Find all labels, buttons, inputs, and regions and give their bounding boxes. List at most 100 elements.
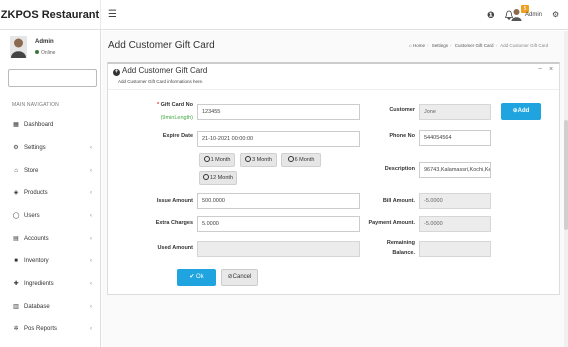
add-customer-label: Add <box>517 108 530 114</box>
sidebar-item-pos-reports[interactable]: ✲ Pos Reports ‹ <box>0 322 101 336</box>
box-title: + Add Customer Gift Card <box>113 66 207 76</box>
sidebar-item-users[interactable]: ◯ Users ‹ <box>0 209 101 223</box>
clock-icon <box>287 156 294 162</box>
quick-3-month-button[interactable]: 3 Month <box>240 153 277 167</box>
sidebar-avatar <box>10 36 27 58</box>
sidebar-search-input[interactable] <box>8 69 97 87</box>
sidebar: Admin Online MAIN NAVIGATION ▦ Dashboard ⚙… <box>0 30 101 347</box>
sidebar-item-label: Inventory <box>24 258 49 264</box>
info-icon[interactable]: ❶ <box>487 10 495 20</box>
admin-avatar[interactable] <box>511 8 522 21</box>
sidebar-user-name: Admin <box>35 39 54 45</box>
dashboard-icon: ▦ <box>13 122 19 128</box>
remaining-balance-label-line2: Balance. <box>392 250 415 256</box>
used-amount-input[interactable] <box>197 241 360 257</box>
gift-card-no-hint-text: (9minLength) <box>160 115 193 121</box>
sidebar-user-panel: Admin Online <box>0 30 101 66</box>
breadcrumb-settings[interactable]: Settings <box>432 43 448 48</box>
quick-6-month-button[interactable]: 6 Month <box>281 153 321 167</box>
extra-charges-input[interactable]: 5.0000 <box>197 216 360 232</box>
chevron-left-icon: ‹ <box>90 326 92 332</box>
clock-icon <box>203 174 210 180</box>
sidebar-item-ingredients[interactable]: ✚ Ingredients ‹ <box>0 277 101 291</box>
sidebar-item-database[interactable]: ▥ Database ‹ <box>0 300 101 314</box>
check-icon: ✔ <box>189 274 197 280</box>
sidebar-item-store[interactable]: ⌂ Store ‹ <box>0 164 101 178</box>
bill-amount-label: Bill Amount. <box>382 198 415 204</box>
chevron-left-icon: ‹ <box>90 281 92 287</box>
collapse-icon[interactable]: − <box>538 66 542 73</box>
expire-date-label: Expire Date <box>162 133 193 139</box>
expire-date-input[interactable]: 21-10-2021 00:00:00 <box>197 131 360 147</box>
sidebar-item-accounts[interactable]: ▤ Accounts ‹ <box>0 232 101 246</box>
bill-amount-input[interactable]: -5.0000 <box>419 193 491 209</box>
payment-amount-input[interactable]: -5.0000 <box>419 216 491 232</box>
quick-6-month-label: 6 Month <box>294 157 315 163</box>
breadcrumb-home[interactable]: Home <box>413 43 425 48</box>
sidebar-item-products[interactable]: ◈ Products ‹ <box>0 186 101 200</box>
gift-card-no-input[interactable]: 123455 <box>197 104 360 120</box>
quick-12-month-button[interactable]: 12 Month <box>199 171 237 185</box>
quick-1-month-button[interactable]: 1 Month <box>199 153 235 167</box>
app-logo[interactable]: ZKPOS Restaurant <box>0 0 101 30</box>
box-title-text: Add Customer Gift Card <box>122 66 208 75</box>
database-icon: ▥ <box>13 304 19 310</box>
breadcrumb: ⌂ Home › Settings › Customer Gift Card › Ad… <box>409 43 548 48</box>
home-icon: ⌂ <box>409 43 412 48</box>
close-icon[interactable]: × <box>549 66 553 73</box>
customer-input[interactable]: Jone <box>419 104 491 120</box>
issue-amount-label: Issue Amount <box>156 198 193 204</box>
tags-icon: ◈ <box>13 190 19 196</box>
description-input[interactable]: 96743,Kalamassri,Kochi,Kerala <box>419 162 491 178</box>
top-navbar: ZKPOS Restaurant ☰ ❶ 5 Admin ⚙ <box>0 0 568 30</box>
chevron-left-icon: ‹ <box>90 304 92 310</box>
quick-3-month-label: 3 Month <box>252 157 272 163</box>
sidebar-item-label: Accounts <box>24 236 49 242</box>
chevron-left-icon: ‹ <box>90 190 92 196</box>
user-icon: ◯ <box>12 213 20 219</box>
sidebar-item-label: Dashboard <box>24 122 54 128</box>
breadcrumb-separator: › <box>450 43 452 48</box>
sidebar-item-label: Ingredients <box>24 281 54 287</box>
sidebar-item-label: Database <box>24 304 50 310</box>
page-scrollbar-thumb[interactable] <box>564 120 568 230</box>
breadcrumb-current: Add Customer Gift Card <box>500 43 549 48</box>
page-title: Add Customer Gift Card <box>108 40 215 51</box>
breadcrumb-separator: › <box>427 43 429 48</box>
phone-no-input[interactable]: 544054564 <box>419 130 491 146</box>
header-user-name[interactable]: Admin <box>525 11 542 19</box>
user-status: Online <box>35 50 55 56</box>
truck-icon: ■ <box>14 258 18 264</box>
clock-icon <box>245 156 252 162</box>
remaining-balance-label-line1: Remaining <box>386 240 415 246</box>
chevron-left-icon: ‹ <box>90 145 92 151</box>
sidebar-item-dashboard[interactable]: ▦ Dashboard <box>0 118 101 132</box>
gears-icon[interactable]: ⚙ <box>552 10 559 20</box>
quick-12-month-label: 12 Month <box>210 175 233 181</box>
box-divider <box>108 89 559 90</box>
add-customer-button[interactable]: ⊕Add <box>501 103 541 120</box>
issue-amount-input[interactable]: 500.0000 <box>197 193 360 209</box>
table-icon: ▤ <box>13 236 19 242</box>
chevron-left-icon: ‹ <box>90 236 92 242</box>
sidebar-item-settings[interactable]: ⚙ Settings ‹ <box>0 141 101 155</box>
sidebar-item-inventory[interactable]: ■ Inventory ‹ <box>0 254 101 268</box>
remaining-balance-input[interactable] <box>419 241 491 257</box>
quick-1-month-label: 1 Month <box>210 157 231 163</box>
plus-icon: ✚ <box>13 281 19 287</box>
cogs-icon: ✲ <box>13 326 19 332</box>
ok-button[interactable]: ✔ Ok <box>177 269 216 286</box>
extra-charges-label: Extra Charges <box>155 220 193 226</box>
cancel-button[interactable]: ⊘Cancel <box>221 269 258 286</box>
cancel-label: Cancel <box>232 274 252 280</box>
user-status-label: Online <box>41 50 56 56</box>
box-subtitle: Add Customer Gift Card informations here… <box>118 79 204 84</box>
sidebar-item-label: Products <box>24 190 48 196</box>
store-icon: ⌂ <box>14 168 18 174</box>
gift-card-no-label-text: Gift Card No <box>160 102 193 108</box>
hamburger-icon[interactable]: ☰ <box>108 9 117 21</box>
breadcrumb-gift-card[interactable]: Customer Gift Card <box>455 43 494 48</box>
sidebar-item-label: Settings <box>24 145 46 151</box>
gear-icon: ⚙ <box>13 145 19 151</box>
sidebar-item-label: Users <box>24 213 40 219</box>
